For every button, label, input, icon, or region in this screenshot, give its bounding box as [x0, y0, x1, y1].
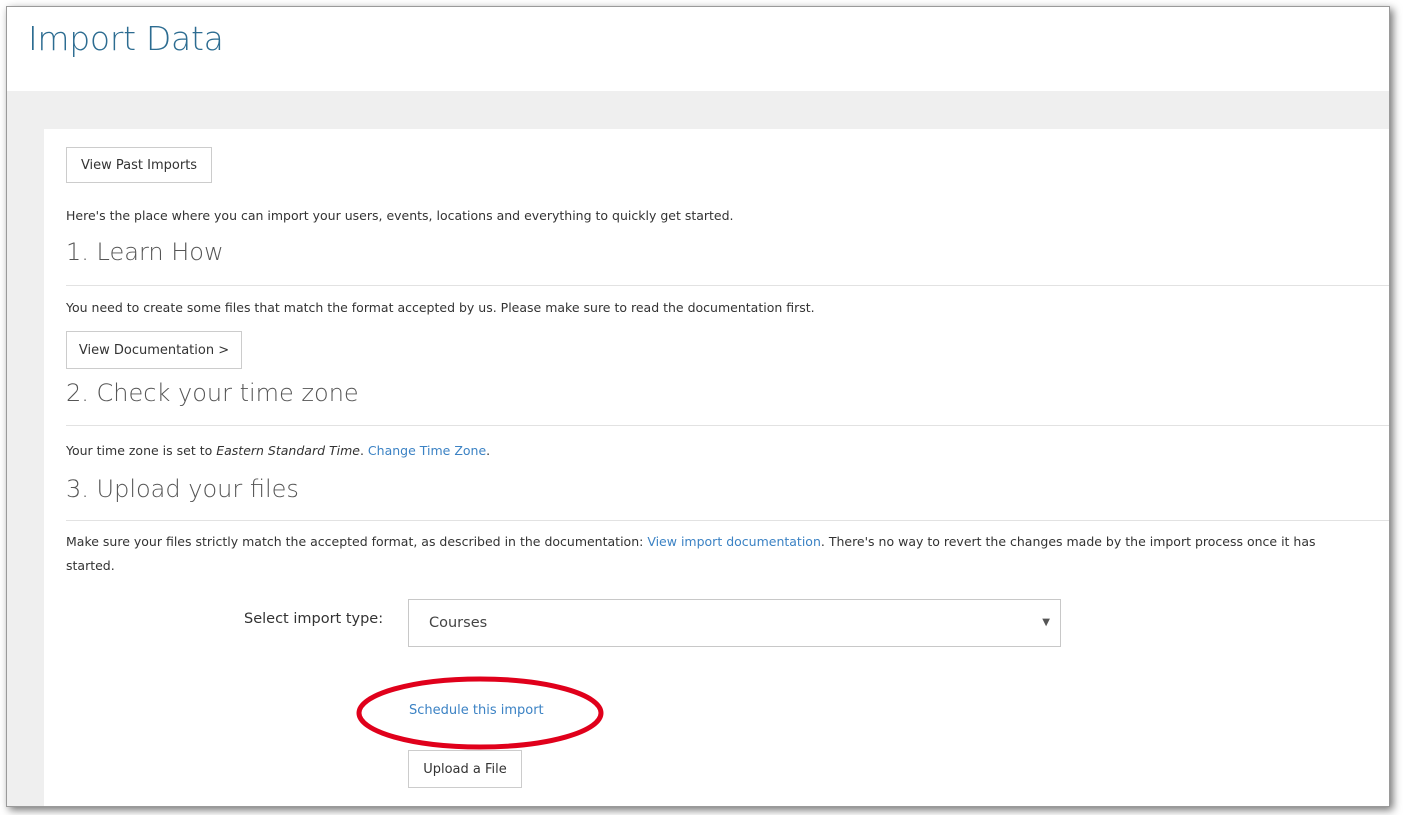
caret-down-icon: ▼	[1042, 617, 1050, 628]
time-zone-prefix: Your time zone is set to	[66, 443, 217, 458]
divider	[66, 425, 1389, 426]
title-bar: Import Data	[7, 7, 1389, 91]
import-type-value: Courses	[429, 615, 488, 631]
import-type-label: Select import type:	[244, 611, 384, 627]
intro-text: Here's the place where you can import yo…	[66, 208, 734, 223]
view-import-documentation-link[interactable]: View import documentation	[647, 534, 821, 549]
change-time-zone-link[interactable]: Change Time Zone	[368, 443, 486, 458]
upload-text-line2: started.	[66, 558, 115, 573]
time-zone-heading: 2. Check your time zone	[66, 379, 359, 407]
upload-files-text: Make sure your files strictly match the …	[66, 534, 1316, 549]
import-card: View Past Imports Here's the place where…	[44, 129, 1389, 806]
view-past-imports-button[interactable]: View Past Imports	[66, 147, 212, 183]
upload-files-heading: 3. Upload your files	[66, 475, 299, 503]
schedule-import-link[interactable]: Schedule this import	[409, 703, 544, 718]
page-title: Import Data	[28, 19, 224, 58]
time-zone-value: Eastern Standard Time	[216, 443, 360, 458]
upload-text-after: . There's no way to revert the changes m…	[820, 534, 1316, 549]
divider	[66, 520, 1389, 521]
view-documentation-button[interactable]: View Documentation >	[66, 331, 242, 369]
app-window: Import Data View Past Imports Here's the…	[6, 6, 1390, 807]
learn-how-text: You need to create some files that match…	[66, 300, 815, 315]
divider	[66, 285, 1389, 286]
upload-file-button[interactable]: Upload a File	[408, 750, 522, 788]
time-zone-separator: .	[359, 443, 368, 458]
time-zone-text: Your time zone is set to Eastern Standar…	[66, 443, 490, 458]
import-type-select[interactable]: Courses ▼	[408, 599, 1061, 647]
learn-how-heading: 1. Learn How	[66, 238, 224, 266]
upload-text-before: Make sure your files strictly match the …	[66, 534, 648, 549]
time-zone-suffix: .	[486, 443, 491, 458]
